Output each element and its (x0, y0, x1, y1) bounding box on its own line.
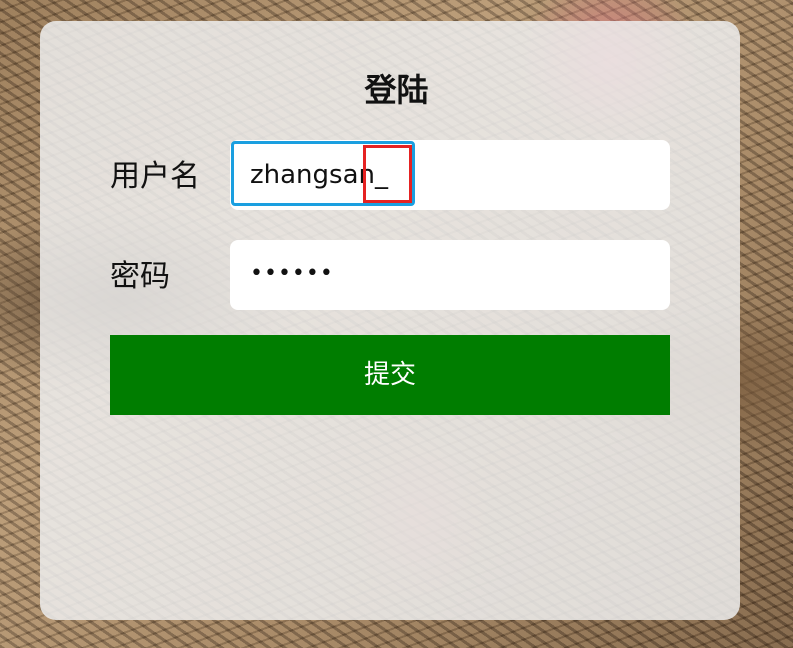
text-cursor-highlight (363, 145, 412, 203)
login-title: 登陆 (364, 71, 429, 109)
password-value: •••••• (250, 261, 334, 286)
username-label: 用户名 (110, 159, 200, 194)
password-label: 密码 (110, 259, 170, 294)
submit-button[interactable]: 提交 (110, 335, 670, 415)
